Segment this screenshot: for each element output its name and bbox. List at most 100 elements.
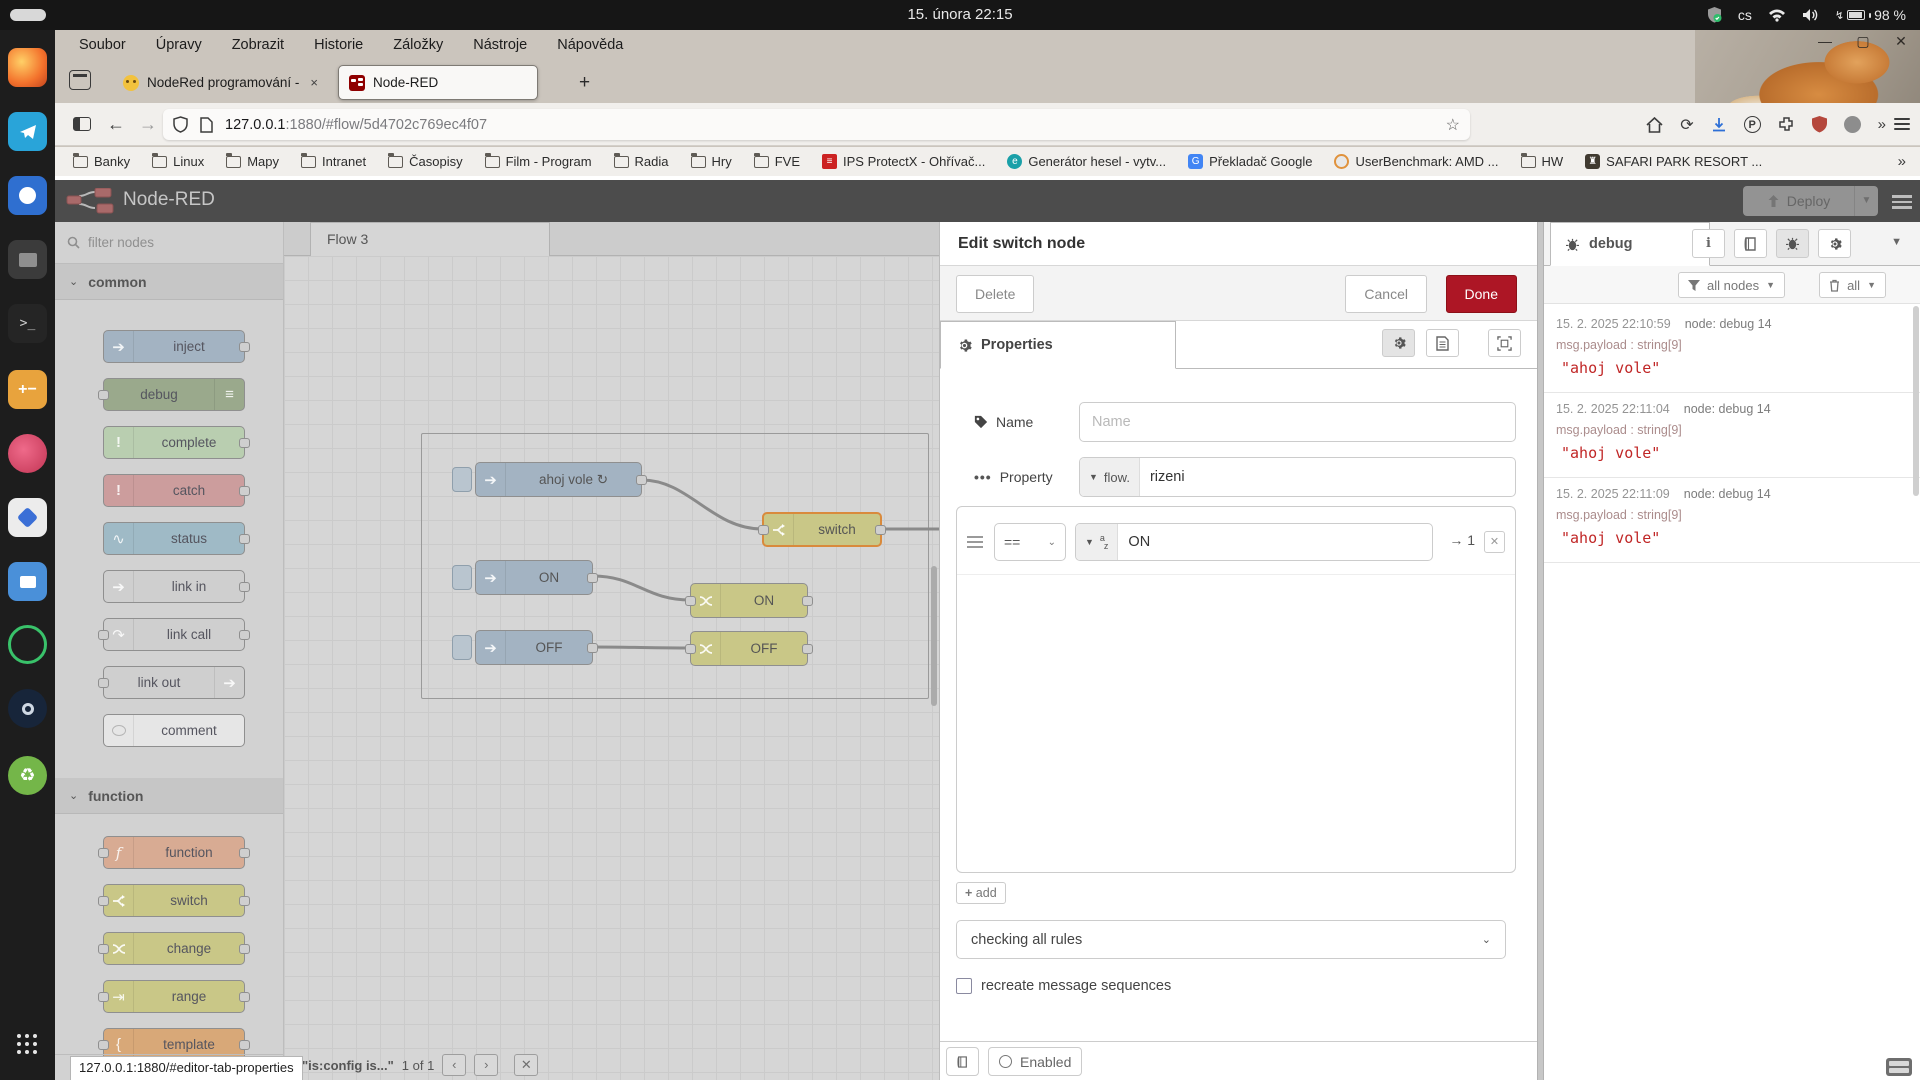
menu-zobrazit[interactable]: Zobrazit bbox=[232, 37, 284, 53]
dock-icon-package-manager[interactable]: +− bbox=[8, 370, 47, 409]
done-button[interactable]: Done bbox=[1446, 275, 1517, 313]
bookmark-folder[interactable]: Mapy bbox=[226, 154, 279, 169]
add-rule-button[interactable]: + add bbox=[956, 882, 1006, 904]
properties-gear-button[interactable] bbox=[1382, 329, 1415, 357]
menu-zalozky[interactable]: Záložky bbox=[393, 37, 443, 53]
battery-indicator[interactable]: ↯ 98 % bbox=[1835, 7, 1906, 23]
minimize-button[interactable]: — bbox=[1814, 33, 1836, 50]
bookmark-folder[interactable]: Časopisy bbox=[388, 154, 462, 169]
palette-node-status[interactable]: ∿status bbox=[103, 522, 245, 555]
debug-filter-button[interactable]: all nodes ▼ bbox=[1678, 272, 1785, 298]
forward-icon[interactable]: → bbox=[139, 114, 157, 135]
palette-node-function[interactable]: ffunction bbox=[103, 836, 245, 869]
dock-icon-firefox[interactable] bbox=[8, 48, 47, 87]
palette-node-link-call[interactable]: ↷link call bbox=[103, 618, 245, 651]
palette-search[interactable] bbox=[55, 222, 283, 264]
palette-node-debug[interactable]: ≡debug bbox=[103, 378, 245, 411]
palette-node-catch[interactable]: !catch bbox=[103, 474, 245, 507]
description-doc-button[interactable] bbox=[1426, 329, 1459, 357]
wifi-icon[interactable] bbox=[1768, 8, 1786, 22]
overflow-chevron-icon[interactable]: » bbox=[1878, 116, 1886, 133]
palette-search-input[interactable] bbox=[88, 235, 271, 250]
bookmark-item[interactable]: ♜SAFARI PARK RESORT ... bbox=[1585, 154, 1762, 169]
inject-node-off[interactable]: ➔ OFF bbox=[475, 630, 593, 665]
palette-node-link-in[interactable]: ➔link in bbox=[103, 570, 245, 603]
inject-button[interactable] bbox=[452, 565, 472, 590]
ublock-shield-icon[interactable] bbox=[1812, 116, 1827, 133]
flow-tab[interactable]: Flow 3 bbox=[310, 222, 550, 256]
menu-upravy[interactable]: Úpravy bbox=[156, 37, 202, 53]
security-shield-icon[interactable] bbox=[1707, 7, 1722, 23]
palette-node-inject[interactable]: ➔inject bbox=[103, 330, 245, 363]
palette-node-comment[interactable]: comment bbox=[103, 714, 245, 747]
enabled-toggle-button[interactable]: Enabled bbox=[988, 1047, 1082, 1076]
canvas-scrollbar[interactable] bbox=[931, 566, 937, 706]
info-button[interactable]: i bbox=[1692, 229, 1725, 258]
page-info-icon[interactable] bbox=[200, 117, 213, 133]
tab-close-icon[interactable]: × bbox=[310, 75, 318, 90]
app-menu-icon[interactable] bbox=[1894, 115, 1910, 133]
maximize-button[interactable]: ▢ bbox=[1852, 33, 1874, 50]
inject-node-ahoj-vole[interactable]: ➔ ahoj vole ↻ bbox=[475, 462, 642, 497]
volume-icon[interactable] bbox=[1802, 8, 1819, 22]
dock-icon-pink-app[interactable] bbox=[8, 434, 47, 473]
change-node-on[interactable]: ON bbox=[690, 583, 808, 618]
back-icon[interactable]: ← bbox=[107, 114, 125, 135]
bookmark-star-icon[interactable]: ☆ bbox=[1446, 115, 1460, 135]
debug-message[interactable]: 15. 2. 2025 22:10:59node: debug 14 msg.p… bbox=[1544, 308, 1920, 393]
sidebar-separator[interactable] bbox=[1537, 222, 1544, 1080]
dock-icon-diamond-app[interactable] bbox=[8, 498, 47, 537]
bookmark-item[interactable]: GPřekladač Google bbox=[1188, 154, 1312, 169]
debug-message[interactable]: 15. 2. 2025 22:11:04node: debug 14 msg.p… bbox=[1544, 393, 1920, 478]
rule-value-type-selector[interactable]: ▼ az bbox=[1076, 524, 1118, 560]
extensions-puzzle-icon[interactable] bbox=[1778, 116, 1795, 133]
sidebar-expand-caret[interactable]: ▼ bbox=[1891, 236, 1902, 248]
downloads-icon[interactable] bbox=[1711, 117, 1727, 133]
search-close-icon[interactable]: ✕ bbox=[514, 1054, 538, 1076]
bookmark-folder[interactable]: Hry bbox=[691, 154, 732, 169]
rule-row[interactable]: == ⌄ ▼ az ON → 1 ✕ bbox=[957, 507, 1515, 575]
appearance-button[interactable] bbox=[1488, 329, 1521, 357]
show-applications-button[interactable] bbox=[8, 1025, 47, 1064]
name-input[interactable] bbox=[1079, 402, 1516, 442]
dock-icon-blue-window-app[interactable] bbox=[8, 562, 47, 601]
dock-icon-terminal[interactable]: >_ bbox=[8, 304, 47, 343]
tab-nodered-docs[interactable]: NodeRed programování - × bbox=[113, 65, 328, 100]
palette-node-change[interactable]: change bbox=[103, 932, 245, 965]
rule-mode-select[interactable]: checking all rules ⌄ bbox=[956, 920, 1506, 959]
close-button[interactable]: ✕ bbox=[1890, 33, 1912, 50]
rule-value-typed-input[interactable]: ▼ az ON bbox=[1075, 523, 1433, 561]
menu-nastroje[interactable]: Nástroje bbox=[473, 37, 527, 53]
menu-soubor[interactable]: Soubor bbox=[79, 37, 126, 53]
palette-category-common[interactable]: ⌄ common bbox=[55, 264, 283, 300]
palette-node-switch[interactable]: switch bbox=[103, 884, 245, 917]
switch-node[interactable]: switch bbox=[762, 512, 882, 547]
change-node-off[interactable]: OFF bbox=[690, 631, 808, 666]
home-icon[interactable] bbox=[1646, 117, 1663, 133]
search-prev-icon[interactable]: ‹ bbox=[442, 1054, 466, 1076]
debug-clear-button[interactable]: all ▼ bbox=[1819, 272, 1886, 298]
bookmark-item[interactable]: UserBenchmark: AMD ... bbox=[1334, 154, 1498, 169]
cancel-button[interactable]: Cancel bbox=[1345, 275, 1427, 313]
flow-canvas[interactable]: ➔ ahoj vole ↻ switch ➔ ON bbox=[284, 256, 939, 1080]
tracking-shield-icon[interactable] bbox=[173, 116, 188, 133]
inject-button[interactable] bbox=[452, 635, 472, 660]
nodered-menu-icon[interactable] bbox=[1892, 192, 1912, 212]
bookmark-item[interactable]: eGenerátor hesel - vytv... bbox=[1007, 154, 1166, 169]
library-book-icon[interactable] bbox=[946, 1047, 979, 1076]
dock-icon-browser[interactable] bbox=[8, 176, 47, 215]
tab-properties[interactable]: Properties bbox=[940, 321, 1176, 369]
url-bar[interactable]: 127.0.0.1 :1880/#flow/5d4702c769ec4f07 ☆ bbox=[163, 109, 1470, 140]
bookmark-folder[interactable]: FVE bbox=[754, 154, 800, 169]
palette-node-range[interactable]: ⇥range bbox=[103, 980, 245, 1013]
rule-operator-select[interactable]: == ⌄ bbox=[994, 523, 1066, 561]
deploy-options-caret[interactable]: ▼ bbox=[1854, 186, 1878, 216]
bookmark-folder[interactable]: Banky bbox=[73, 154, 130, 169]
settings-gear-button[interactable] bbox=[1818, 229, 1851, 258]
inject-button[interactable] bbox=[452, 467, 472, 492]
help-book-button[interactable] bbox=[1734, 229, 1767, 258]
palette-category-function[interactable]: ⌄ function bbox=[55, 778, 283, 814]
deploy-button[interactable]: Deploy ▼ bbox=[1743, 186, 1878, 216]
tab-overview-icon[interactable] bbox=[69, 70, 91, 90]
menu-napoveda[interactable]: Nápověda bbox=[557, 37, 623, 53]
